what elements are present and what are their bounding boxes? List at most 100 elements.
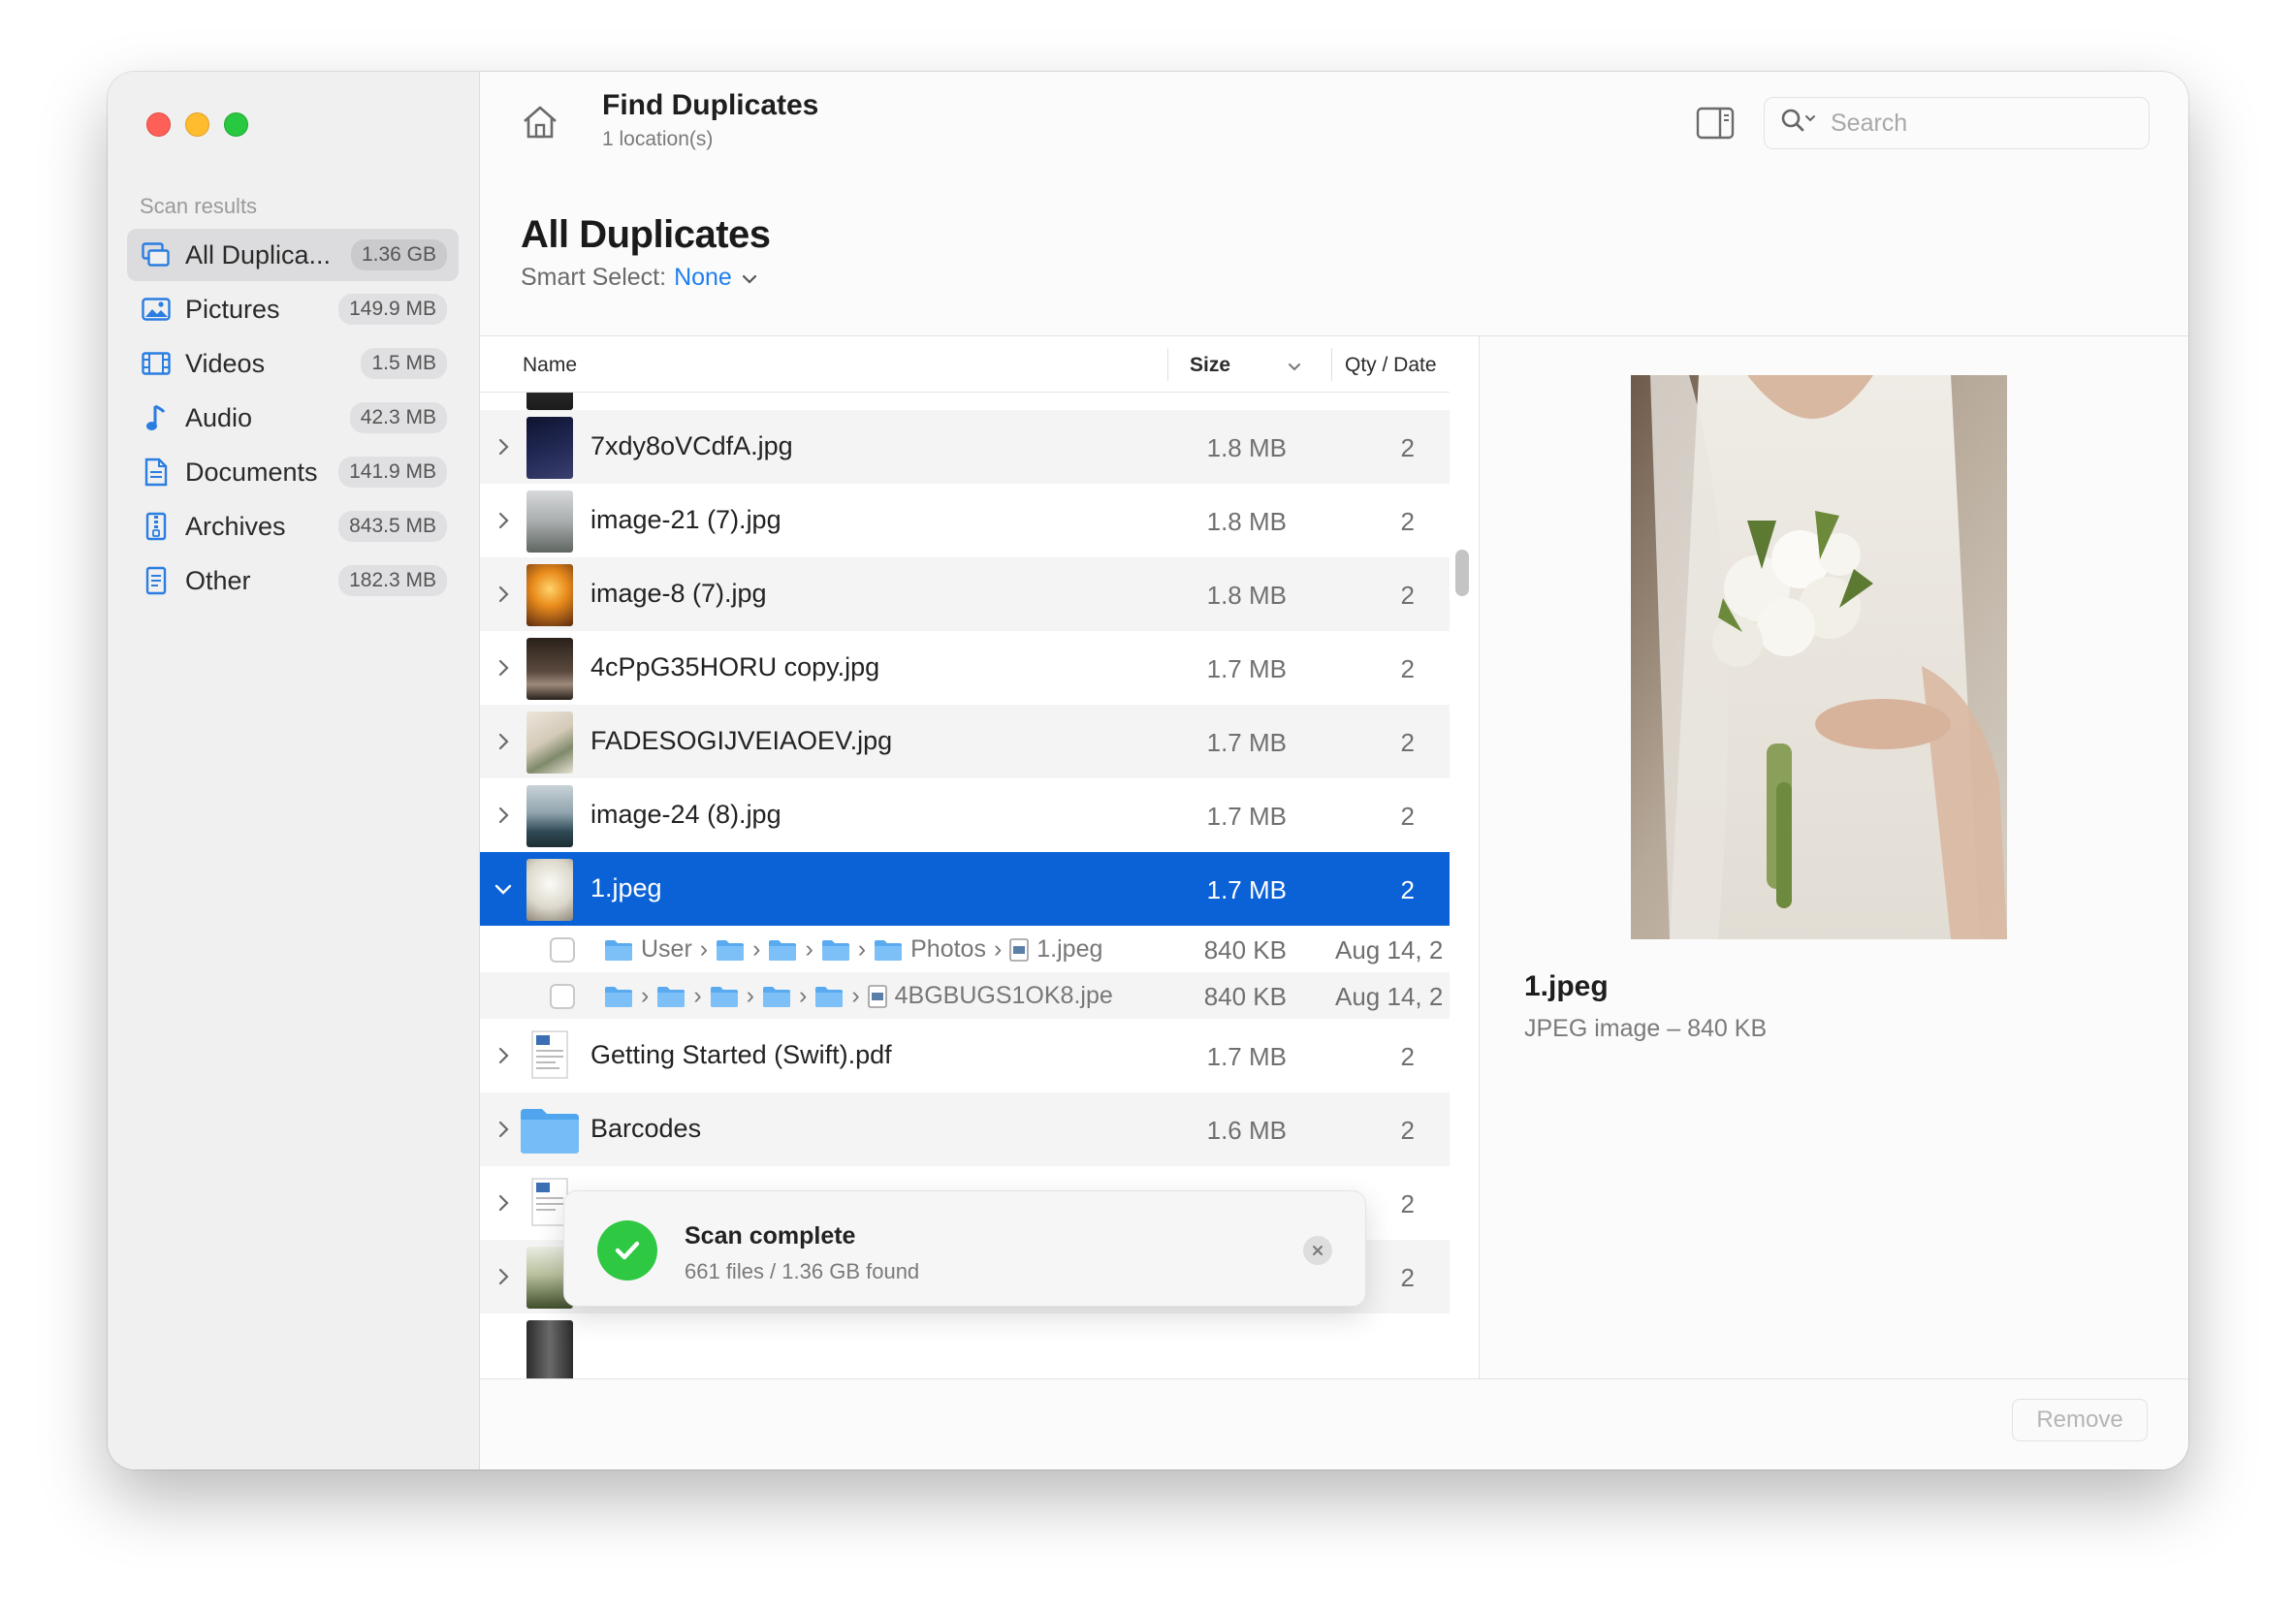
minimize-window-button[interactable] bbox=[185, 112, 209, 137]
search-input[interactable] bbox=[1831, 109, 2121, 138]
sidebar-item-pictures[interactable]: Pictures 149.9 MB bbox=[127, 283, 459, 335]
toolbar: Find Duplicates 1 location(s) bbox=[480, 72, 2188, 178]
chevron-right-icon[interactable] bbox=[492, 730, 515, 753]
column-header-size[interactable]: Size bbox=[1190, 354, 1230, 377]
file-name: 1.jpeg bbox=[590, 873, 662, 902]
path-separator: › bbox=[805, 935, 813, 963]
vertical-scrollbar[interactable] bbox=[1455, 550, 1469, 596]
sidebar-item-label: All Duplica... bbox=[185, 239, 332, 269]
file-name: image-21 (7).jpg bbox=[590, 505, 781, 534]
size-badge: 843.5 MB bbox=[338, 511, 447, 542]
file-size: 1.8 MB bbox=[1206, 581, 1287, 610]
path-separator: › bbox=[798, 982, 808, 1009]
chevron-right-icon[interactable] bbox=[492, 509, 515, 532]
folder-icon bbox=[604, 985, 633, 1008]
table-row[interactable] bbox=[480, 1313, 1450, 1378]
duplicate-instance-row[interactable]: User › › › › Photos › 1.jpeg 840 KB Aug … bbox=[480, 926, 1450, 972]
preview-file-meta: JPEG image – 840 KB bbox=[1524, 1015, 1768, 1042]
sidebar-item-videos[interactable]: Videos 1.5 MB bbox=[127, 337, 459, 390]
window-controls bbox=[146, 112, 248, 137]
sidebar-heading: Scan results bbox=[140, 194, 258, 218]
chevron-right-icon[interactable] bbox=[492, 804, 515, 827]
smart-select[interactable]: Smart Select: None bbox=[521, 264, 757, 292]
chevron-right-icon[interactable] bbox=[492, 435, 515, 459]
file-name: Getting Started (Swift).pdf bbox=[590, 1040, 892, 1069]
table-row[interactable]: Getting Started (Swift).pdf 1.7 MB 2 bbox=[480, 1019, 1450, 1092]
thumbnail bbox=[526, 859, 573, 921]
chevron-right-icon[interactable] bbox=[492, 583, 515, 606]
path-file-name: 4BGBUGS1OK8.jpe bbox=[894, 982, 1113, 1009]
window-subtitle: 1 location(s) bbox=[602, 128, 714, 150]
chevron-right-icon[interactable] bbox=[492, 1191, 515, 1215]
preview-image bbox=[1631, 375, 2007, 939]
bottom-bar: Remove bbox=[480, 1378, 2188, 1470]
table-row[interactable]: FADESOGIJVEIAOEV.jpg 1.7 MB 2 bbox=[480, 705, 1450, 778]
sidebar-item-all-duplicates[interactable]: All Duplica... 1.36 GB bbox=[127, 229, 459, 281]
table-row[interactable]: 4cPpG35HORU copy.jpg 1.7 MB 2 bbox=[480, 631, 1450, 705]
file-size: 840 KB bbox=[1203, 935, 1287, 965]
table-row-selected[interactable]: 1.jpeg 1.7 MB 2 bbox=[480, 852, 1450, 926]
smart-select-value[interactable]: None bbox=[674, 264, 732, 292]
sidebar-item-other[interactable]: Other 182.3 MB bbox=[127, 554, 459, 607]
size-badge: 42.3 MB bbox=[349, 402, 447, 433]
sidebar-item-documents[interactable]: Documents 141.9 MB bbox=[127, 446, 459, 498]
path-file-name: 1.jpeg bbox=[1036, 935, 1103, 963]
folder-icon bbox=[874, 938, 903, 962]
file-size: 1.7 MB bbox=[1206, 728, 1287, 757]
preview-file-name: 1.jpeg bbox=[1524, 970, 1609, 1002]
chevron-down-icon[interactable] bbox=[492, 877, 515, 901]
chevron-down-icon[interactable] bbox=[742, 264, 757, 292]
folder-icon bbox=[821, 938, 850, 962]
home-icon[interactable] bbox=[519, 101, 561, 143]
sidebar-item-archives[interactable]: Archives 843.5 MB bbox=[127, 500, 459, 553]
sidebar-item-audio[interactable]: Audio 42.3 MB bbox=[127, 392, 459, 444]
path-separator: › bbox=[746, 982, 754, 1009]
smart-select-label: Smart Select: bbox=[521, 264, 667, 291]
file-qty: 2 bbox=[1400, 802, 1415, 831]
duplicate-instance-row[interactable]: › › › › › 4BGBUGS1OK8.jpe 840 KB Aug 14,… bbox=[480, 972, 1450, 1019]
archive-icon bbox=[141, 511, 172, 542]
folder-icon bbox=[519, 1099, 581, 1161]
table-row[interactable]: 7xdy8oVCdfA.jpg 1.8 MB 2 bbox=[480, 410, 1450, 484]
document-icon bbox=[141, 457, 172, 488]
table-row[interactable]: image-24 (8).jpg 1.7 MB 2 bbox=[480, 778, 1450, 852]
table-row[interactable]: Barcodes 1.6 MB 2 bbox=[480, 1092, 1450, 1166]
path-separator: › bbox=[993, 935, 1003, 963]
checkmark-icon bbox=[597, 1220, 657, 1281]
chevron-right-icon[interactable] bbox=[492, 1265, 515, 1288]
file-date: Aug 14, 2 bbox=[1335, 935, 1444, 965]
sort-chevron-icon[interactable] bbox=[1287, 356, 1302, 379]
close-icon[interactable] bbox=[1303, 1236, 1332, 1265]
thumbnail bbox=[526, 638, 573, 700]
chevron-right-icon[interactable] bbox=[492, 656, 515, 680]
table-row[interactable]: image-8 (7).jpg 1.8 MB 2 bbox=[480, 557, 1450, 631]
page-title: All Duplicates bbox=[521, 213, 771, 256]
file-qty: 2 bbox=[1400, 1116, 1415, 1145]
thumbnail bbox=[526, 417, 573, 479]
file-size: 1.7 MB bbox=[1206, 1042, 1287, 1071]
zoom-window-button[interactable] bbox=[224, 112, 248, 137]
chevron-right-icon[interactable] bbox=[492, 1118, 515, 1141]
file-name: 4cPpG35HORU copy.jpg bbox=[590, 652, 880, 681]
file-qty: 2 bbox=[1400, 654, 1415, 683]
chevron-right-icon[interactable] bbox=[492, 1044, 515, 1067]
search-field[interactable] bbox=[1764, 97, 2150, 149]
column-header-qty-date[interactable]: Qty / Date bbox=[1345, 354, 1437, 377]
file-name: FADESOGIJVEIAOEV.jpg bbox=[590, 726, 893, 755]
close-window-button[interactable] bbox=[146, 112, 171, 137]
image-file-icon bbox=[1009, 937, 1030, 962]
window-title: Find Duplicates bbox=[602, 89, 819, 121]
remove-button[interactable]: Remove bbox=[2012, 1399, 2148, 1441]
select-checkbox[interactable] bbox=[550, 984, 575, 1009]
file-qty: 2 bbox=[1400, 433, 1415, 462]
file-size: 1.7 MB bbox=[1206, 875, 1287, 904]
select-checkbox[interactable] bbox=[550, 937, 575, 963]
sidebar-toggle-icon[interactable] bbox=[1696, 107, 1735, 140]
column-header-name[interactable]: Name bbox=[523, 354, 577, 377]
file-name: 7xdy8oVCdfA.jpg bbox=[590, 431, 793, 460]
table-row[interactable]: image-21 (7).jpg 1.8 MB 2 bbox=[480, 484, 1450, 557]
file-qty: 2 bbox=[1400, 1042, 1415, 1071]
size-badge: 141.9 MB bbox=[338, 457, 447, 488]
folder-icon bbox=[656, 985, 686, 1008]
app-window: Scan results All Duplica... 1.36 GB Pict… bbox=[108, 72, 2188, 1470]
